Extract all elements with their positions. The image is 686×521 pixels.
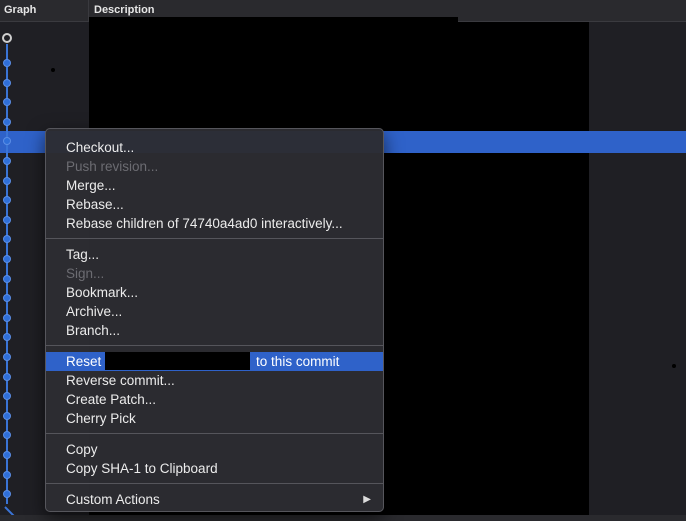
commit-node[interactable] xyxy=(3,373,11,381)
status-strip xyxy=(0,515,686,521)
menu-item-cherry-pick[interactable]: Cherry Pick xyxy=(46,409,383,428)
menu-item-sign: Sign... xyxy=(66,266,105,281)
menu-separator xyxy=(46,483,383,484)
commit-node[interactable] xyxy=(3,196,11,204)
menu-separator xyxy=(46,345,383,346)
commit-node[interactable] xyxy=(3,392,11,400)
reset-label-suffix: to this commit xyxy=(256,354,340,369)
commit-node[interactable] xyxy=(3,275,11,283)
graph-column-header[interactable]: Graph xyxy=(4,4,36,16)
menu-item-reverse-commit[interactable]: Reverse commit... xyxy=(46,371,383,390)
commit-node[interactable] xyxy=(3,79,11,87)
menu-separator xyxy=(46,433,383,434)
commit-node[interactable] xyxy=(3,235,11,243)
commit-node[interactable] xyxy=(3,177,11,185)
reset-label-prefix: Reset xyxy=(66,354,102,369)
menu-item-rebase[interactable]: Rebase... xyxy=(46,195,383,214)
menu-item-checkout[interactable]: Checkout... xyxy=(46,138,383,157)
menu-item-branch[interactable]: Branch... xyxy=(46,321,383,340)
menu-item-push-revision: Push revision... xyxy=(66,159,159,174)
menu-separator xyxy=(46,238,383,239)
commit-node[interactable] xyxy=(3,431,11,439)
menu-item-rebase-children[interactable]: Rebase children of 74740a4ad0 interactiv… xyxy=(46,214,383,233)
menu-item-merge[interactable]: Merge... xyxy=(46,176,383,195)
commit-node[interactable] xyxy=(3,451,11,459)
commit-node[interactable] xyxy=(3,353,11,361)
commit-node[interactable] xyxy=(3,490,11,498)
menu-item-create-patch[interactable]: Create Patch... xyxy=(46,390,383,409)
menu-item-archive[interactable]: Archive... xyxy=(46,302,383,321)
stray-dot xyxy=(672,364,676,368)
commit-node[interactable] xyxy=(3,118,11,126)
commit-node[interactable] xyxy=(3,59,11,67)
menu-item-tag[interactable]: Tag... xyxy=(46,245,383,264)
menu-item-copy[interactable]: Copy xyxy=(46,440,383,459)
app-window: Graph Description Checkout... Push revis… xyxy=(0,0,686,521)
chevron-right-icon: ▶ xyxy=(363,494,371,505)
stray-dot xyxy=(51,68,55,72)
commit-node[interactable] xyxy=(3,314,11,322)
commit-node[interactable] xyxy=(3,471,11,479)
commit-context-menu: Checkout... Push revision... Merge... Re… xyxy=(45,128,384,512)
commit-node[interactable] xyxy=(3,216,11,224)
commit-node[interactable] xyxy=(3,333,11,341)
menu-item-bookmark[interactable]: Bookmark... xyxy=(46,283,383,302)
menu-item-custom-actions[interactable]: Custom Actions ▶ xyxy=(46,490,383,509)
redacted-branch-name xyxy=(105,352,251,370)
description-column-header[interactable]: Description xyxy=(94,4,155,16)
menu-item-copy-sha1[interactable]: Copy SHA-1 to Clipboard xyxy=(46,459,383,478)
commit-node[interactable] xyxy=(3,412,11,420)
custom-actions-label: Custom Actions xyxy=(66,492,160,507)
commit-node[interactable] xyxy=(3,137,11,145)
commit-node[interactable] xyxy=(3,294,11,302)
commit-node[interactable] xyxy=(3,255,11,263)
working-copy-node[interactable] xyxy=(2,33,12,43)
commit-node[interactable] xyxy=(3,157,11,165)
menu-item-reset[interactable]: Reset to this commit xyxy=(46,352,383,371)
commit-node[interactable] xyxy=(3,98,11,106)
